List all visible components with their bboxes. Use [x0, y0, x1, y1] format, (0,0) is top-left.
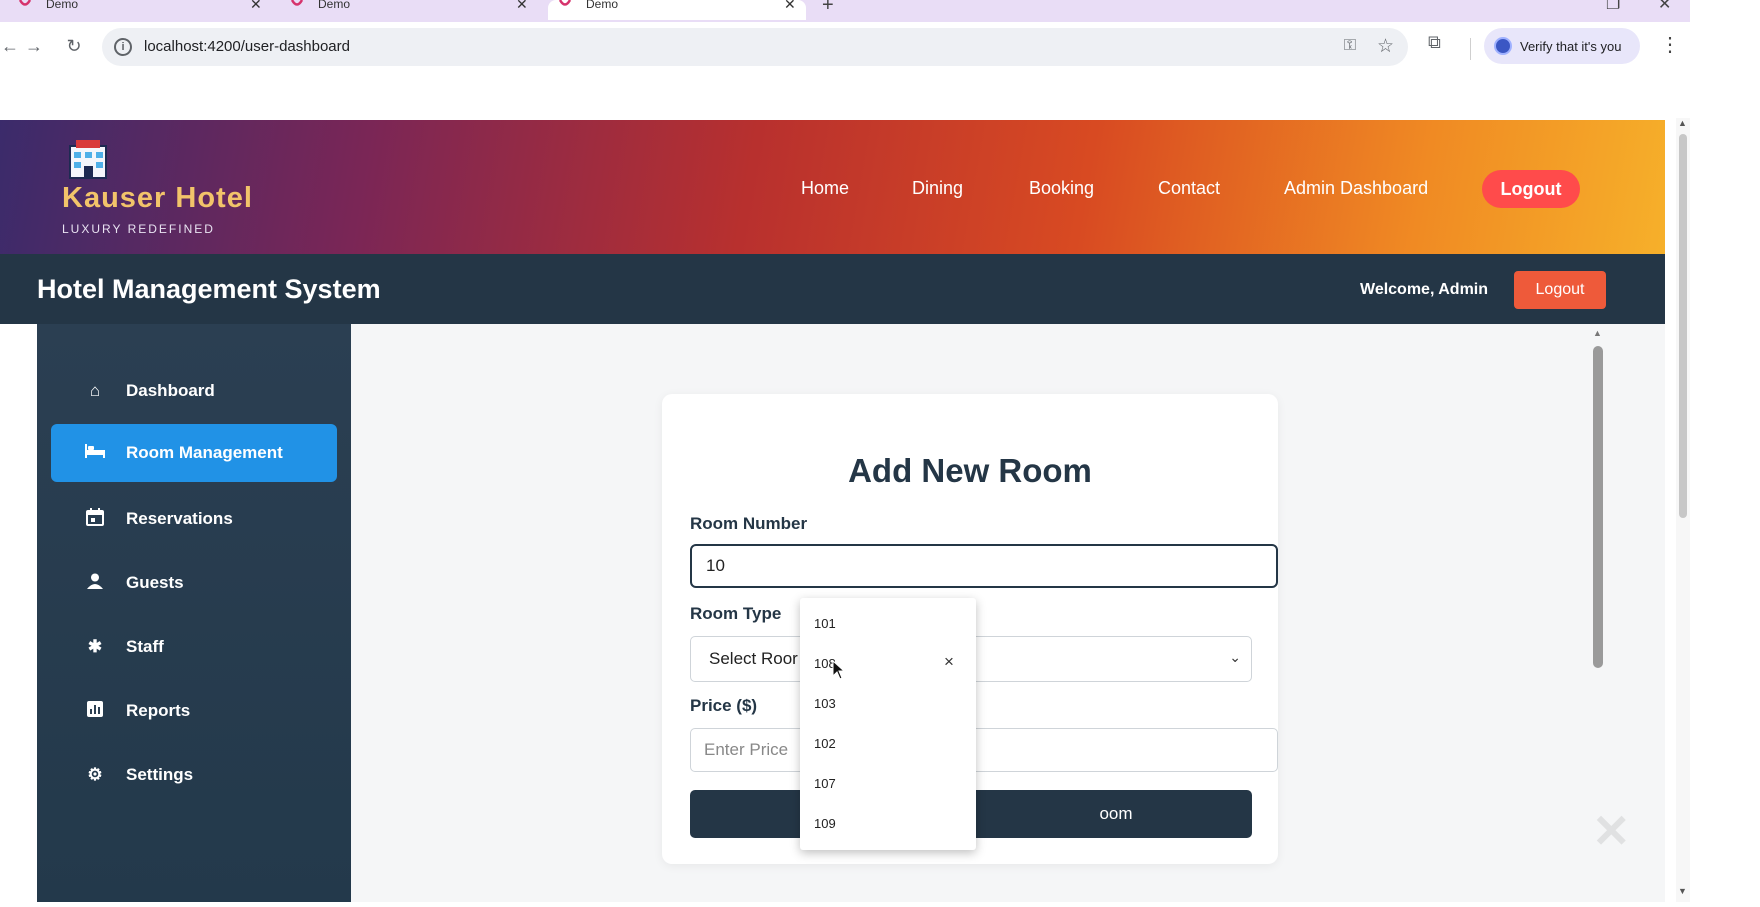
sidebar-item-label: Staff: [126, 637, 164, 656]
scroll-up-icon[interactable]: ▲: [1593, 328, 1602, 338]
add-room-button-label: oom: [1099, 804, 1133, 823]
sidebar: ⌂ Dashboard Room Management Reservations…: [37, 324, 351, 902]
sidebar-item-label: Room Management: [126, 443, 283, 462]
autocomplete-option[interactable]: 103: [814, 696, 836, 711]
browser-tab[interactable]: Demo ✕: [18, 0, 266, 20]
new-tab-button[interactable]: +: [822, 0, 834, 17]
calendar-icon: [84, 507, 106, 531]
hotel-logo-icon: [69, 140, 107, 179]
autocomplete-option[interactable]: 107: [814, 776, 836, 791]
brand-name[interactable]: Kauser Hotel: [62, 182, 253, 215]
close-icon[interactable]: ✕: [250, 0, 262, 13]
room-number-input[interactable]: [690, 544, 1278, 588]
watermark-icon: ✕: [1592, 805, 1631, 857]
profile-label: Verify that it's you: [1520, 38, 1622, 54]
browser-toolbar: ← → ↻ i localhost:4200/user-dashboard ⚿ …: [0, 22, 1690, 76]
sidebar-item-room-management[interactable]: Room Management: [51, 424, 337, 482]
staff-icon: ✱: [87, 637, 103, 656]
favicon-icon: [558, 0, 572, 6]
close-icon[interactable]: ×: [944, 652, 954, 672]
page-scrollbar-thumb[interactable]: [1679, 134, 1687, 518]
browser-menu-icon[interactable]: ⋮: [1660, 32, 1680, 57]
sidebar-item-label: Guests: [126, 573, 184, 592]
arrow-left-icon: ←: [1, 35, 19, 56]
sidebar-item-guests[interactable]: Guests: [51, 554, 337, 612]
scroll-up-icon[interactable]: ▲: [1678, 118, 1687, 128]
sidebar-item-label: Settings: [126, 765, 194, 784]
right-margin: [1690, 0, 1760, 907]
sidebar-item-label: Dashboard: [126, 381, 215, 400]
close-window-icon[interactable]: ✕: [1658, 0, 1671, 14]
sidebar-item-reports[interactable]: Reports: [51, 682, 337, 740]
browser-tab-active[interactable]: Demo ✕: [548, 0, 806, 20]
nav-link-contact[interactable]: Contact: [1158, 178, 1220, 199]
bookmark-star-icon[interactable]: ☆: [1377, 35, 1394, 58]
nav-link-home[interactable]: Home: [801, 178, 849, 199]
close-icon[interactable]: ✕: [516, 0, 528, 13]
browser-tab[interactable]: Demo ✕: [290, 0, 538, 20]
favicon-icon: [290, 0, 304, 6]
room-number-autocomplete: 101 108 × 103 102 107 109: [800, 598, 976, 850]
gear-icon: ⚙: [87, 765, 103, 784]
nav-link-dining[interactable]: Dining: [912, 178, 963, 199]
scroll-down-icon[interactable]: ▼: [1678, 886, 1687, 896]
price-placeholder: Enter Price: [704, 740, 789, 759]
hotel-header: Kauser Hotel LUXURY REDEFINED Home Dinin…: [0, 120, 1665, 254]
browser-tabstrip: Demo ✕ Demo ✕ Demo ✕ + ❐ ✕: [0, 0, 1690, 22]
nav-link-admin-dashboard[interactable]: Admin Dashboard: [1284, 178, 1428, 199]
brand-tagline: LUXURY REDEFINED: [62, 222, 215, 236]
person-icon: [84, 573, 106, 594]
autocomplete-option[interactable]: 101: [814, 616, 836, 631]
reload-icon: ↻: [66, 35, 82, 56]
system-bar: Hotel Management System Welcome, Admin L…: [0, 254, 1665, 324]
address-bar[interactable]: i localhost:4200/user-dashboard ⚿ ☆: [102, 28, 1408, 66]
price-label: Price ($): [690, 696, 758, 715]
content-scrollbar-thumb[interactable]: [1593, 346, 1603, 668]
favicon-icon: [18, 0, 32, 6]
price-input[interactable]: Enter Price: [690, 728, 1278, 772]
sidebar-item-dashboard[interactable]: ⌂ Dashboard: [51, 362, 337, 420]
mouse-cursor-icon: [832, 660, 846, 680]
sidebar-item-staff[interactable]: ✱ Staff: [51, 618, 337, 676]
reload-button[interactable]: ↻: [60, 32, 88, 60]
extensions-icon[interactable]: ⧉: [1428, 32, 1441, 53]
form-title: Add New Room: [848, 452, 1092, 489]
url-text[interactable]: localhost:4200/user-dashboard: [144, 38, 350, 55]
avatar: [1494, 37, 1512, 55]
page-title: Hotel Management System: [37, 274, 381, 304]
tab-title: Demo: [586, 0, 619, 11]
sidebar-item-settings[interactable]: ⚙ Settings: [51, 746, 337, 804]
profile-button[interactable]: Verify that it's you: [1484, 28, 1640, 64]
nav-link-booking[interactable]: Booking: [1029, 178, 1094, 199]
tab-title: Demo: [318, 0, 351, 11]
room-number-label: Room Number: [690, 514, 808, 533]
welcome-text: Welcome, Admin: [1360, 281, 1489, 298]
site-info-icon[interactable]: i: [114, 38, 132, 56]
header-logout-button[interactable]: Logout: [1482, 170, 1580, 208]
chevron-down-icon: ⌄: [1229, 649, 1241, 665]
room-type-label: Room Type: [690, 604, 782, 623]
tab-title: Demo: [46, 0, 79, 11]
chart-icon: [84, 700, 106, 722]
forward-button[interactable]: →: [20, 32, 48, 60]
key-icon[interactable]: ⚿: [1344, 37, 1356, 55]
toolbar-divider: [1470, 38, 1471, 60]
home-icon: ⌂: [89, 381, 101, 400]
sidebar-item-reservations[interactable]: Reservations: [51, 490, 337, 548]
autocomplete-option[interactable]: 102: [814, 736, 836, 751]
autocomplete-option[interactable]: 109: [814, 816, 836, 831]
bed-icon: [84, 443, 106, 463]
sidebar-item-label: Reservations: [126, 509, 233, 528]
logout-button[interactable]: Logout: [1514, 271, 1606, 309]
arrow-right-icon: →: [25, 35, 43, 56]
close-icon[interactable]: ✕: [784, 0, 796, 13]
room-type-selected: Select Roor: [709, 649, 798, 668]
restore-window-icon[interactable]: ❐: [1606, 0, 1620, 14]
sidebar-item-label: Reports: [126, 701, 191, 720]
